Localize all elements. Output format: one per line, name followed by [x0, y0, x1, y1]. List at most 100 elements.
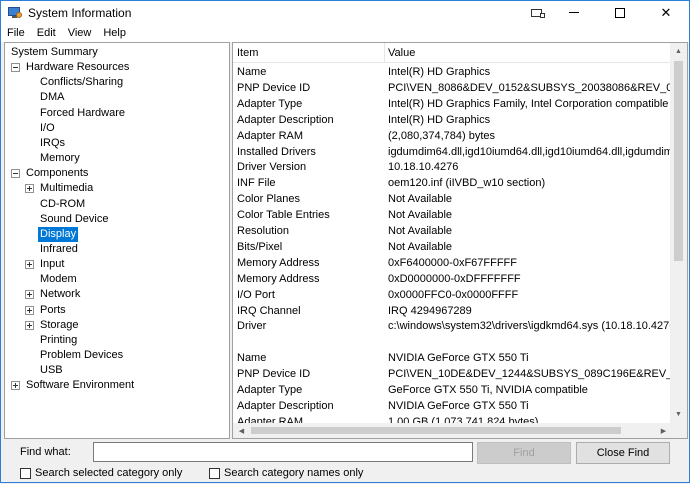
menu-edit[interactable]: Edit — [31, 27, 62, 39]
scroll-right-icon[interactable]: ▶ — [655, 423, 672, 438]
category-tree[interactable]: System Summary Hardware Resources Conflict… — [4, 42, 230, 439]
details-list[interactable]: Item Value Name Intel(R) HD Graphics PNP D… — [232, 42, 688, 439]
tree-item-infrared[interactable]: Infrared — [38, 242, 80, 257]
vertical-scroll-thumb[interactable] — [674, 61, 683, 261]
maximize-button[interactable] — [597, 1, 643, 24]
find-button[interactable]: Find — [477, 442, 571, 464]
item-cell: Resolution — [237, 225, 289, 237]
window-controls: ✕ — [521, 1, 689, 24]
item-cell: PNP Device ID — [237, 368, 311, 381]
table-row[interactable]: Adapter RAM (2,080,374,784) bytes — [233, 128, 675, 144]
table-row[interactable]: Adapter Description Intel(R) HD Graphics — [233, 112, 675, 128]
title-bar[interactable]: System Information ✕ — [1, 1, 689, 24]
tree-item-irqs[interactable]: IRQs — [38, 136, 67, 151]
collapse-icon[interactable] — [11, 63, 20, 73]
tree-item-forced-hardware[interactable]: Forced Hardware — [38, 106, 127, 121]
checkbox-box[interactable] — [20, 467, 31, 479]
item-cell: PNP Device ID — [237, 81, 311, 94]
tree-item-multimedia[interactable]: Multimedia — [25, 181, 95, 196]
find-input[interactable] — [93, 442, 473, 462]
tree-item-problem-devices[interactable]: Problem Devices — [38, 348, 125, 363]
column-header-value[interactable]: Value — [384, 43, 415, 63]
search-category-names-checkbox[interactable]: Search category names only — [209, 467, 363, 479]
vertical-scrollbar[interactable]: ▲ ▼ — [670, 43, 687, 438]
scroll-down-icon[interactable]: ▼ — [670, 406, 687, 423]
table-row[interactable]: Installed Drivers igdumdim64.dll,igd10ium… — [233, 144, 675, 160]
tree-item-components[interactable]: Components — [11, 166, 90, 181]
tree-item-printing[interactable]: Printing — [38, 333, 79, 348]
checkbox-box[interactable] — [209, 467, 220, 479]
tree-item-system-summary[interactable]: System Summary — [9, 45, 100, 60]
tree-item-network[interactable]: Network — [25, 287, 82, 302]
tree-item-modem[interactable]: Modem — [38, 272, 79, 287]
item-cell: Adapter Description — [237, 113, 334, 126]
table-row[interactable]: Memory Address 0xD0000000-0xDFFFFFFF — [233, 271, 675, 287]
tree-item-input[interactable]: Input — [25, 257, 66, 272]
scroll-left-icon[interactable]: ◀ — [233, 423, 250, 438]
scroll-up-icon[interactable]: ▲ — [670, 43, 687, 60]
tablet-mode-button[interactable] — [521, 1, 551, 24]
tree-item-label: Ports — [40, 303, 66, 316]
tree-item-display[interactable]: Display — [38, 226, 79, 242]
table-row[interactable]: PNP Device ID PCI\VEN_8086&DEV_0152&SUBSY… — [233, 80, 675, 96]
menu-help[interactable]: Help — [97, 27, 132, 39]
table-row[interactable]: Adapter Type Intel(R) HD Graphics Family,… — [233, 96, 675, 112]
minimize-button[interactable] — [551, 1, 597, 24]
table-row[interactable]: Memory Address 0xF6400000-0xF67FFFFF — [233, 255, 675, 271]
value-cell: Not Available — [388, 209, 453, 222]
list-body: Name Intel(R) HD Graphics PNP Device ID PCI… — [233, 63, 675, 425]
tree-item-storage[interactable]: Storage — [25, 318, 81, 333]
item-cell: Name — [237, 352, 267, 365]
table-row[interactable]: Adapter Type GeForce GTX 550 Ti, NVIDIA c… — [233, 382, 675, 398]
tree-item-hardware-resources[interactable]: Hardware Resources — [11, 60, 131, 75]
horizontal-scrollbar[interactable]: ◀ ▶ — [233, 423, 672, 438]
tree-item-memory[interactable]: Memory — [38, 151, 82, 166]
search-category-names-label: Search category names only — [224, 467, 364, 479]
expand-icon[interactable] — [25, 290, 34, 300]
table-row[interactable]: Bits/Pixel Not Available — [233, 239, 675, 255]
tree-item-label: System Summary — [11, 46, 98, 58]
item-cell: Adapter Description — [237, 399, 334, 412]
tree-item-usb[interactable]: USB — [38, 363, 65, 378]
table-row[interactable]: I/O Port 0x0000FFC0-0x0000FFFF — [233, 287, 675, 303]
tree-item-conflicts-sharing[interactable]: Conflicts/Sharing — [38, 75, 125, 90]
expand-icon[interactable] — [25, 184, 34, 194]
value-cell: Not Available — [388, 193, 453, 206]
tree-item-cd-rom[interactable]: CD-ROM — [38, 197, 87, 212]
table-row[interactable]: INF File oem120.inf (iIVBD_w10 section) — [233, 175, 675, 191]
table-row[interactable]: Name NVIDIA GeForce GTX 550 Ti — [233, 350, 675, 366]
tree-item-ports[interactable]: Ports — [25, 303, 68, 318]
table-row[interactable]: Driver c:\windows\system32\drivers\igdkmd… — [233, 318, 675, 334]
expand-icon[interactable] — [25, 260, 34, 270]
table-row[interactable]: Driver Version 10.18.10.4276 — [233, 159, 675, 175]
tree-item-i-o[interactable]: I/O — [38, 121, 57, 136]
menu-file[interactable]: File — [1, 27, 31, 39]
tree-item-sound-device[interactable]: Sound Device — [38, 212, 111, 227]
horizontal-scroll-thumb[interactable] — [251, 427, 621, 434]
collapse-icon[interactable] — [11, 169, 20, 179]
value-cell: c:\windows\system32\drivers\igdkmd64.sys… — [388, 320, 675, 333]
table-row[interactable]: Color Table Entries Not Available — [233, 207, 675, 223]
table-row[interactable]: Resolution Not Available — [233, 223, 675, 239]
expand-icon[interactable] — [11, 381, 20, 391]
column-header-item[interactable]: Item — [233, 43, 258, 63]
close-find-button[interactable]: Close Find — [576, 442, 670, 464]
table-row[interactable] — [233, 334, 675, 350]
value-cell: PCI\VEN_8086&DEV_0152&SUBSYS_20038086&RE… — [388, 81, 675, 94]
table-row[interactable]: Name Intel(R) HD Graphics — [233, 64, 675, 80]
table-row[interactable]: Color Planes Not Available — [233, 191, 675, 207]
tree-item-label: Components — [26, 167, 89, 180]
close-button[interactable]: ✕ — [643, 1, 689, 24]
table-row[interactable]: PNP Device ID PCI\VEN_10DE&DEV_1244&SUBSY… — [233, 366, 675, 382]
search-selected-category-checkbox[interactable]: Search selected category only — [20, 467, 182, 479]
expand-icon[interactable] — [25, 305, 34, 315]
table-row[interactable]: IRQ Channel IRQ 4294967289 — [233, 303, 675, 319]
menu-view[interactable]: View — [62, 27, 98, 39]
value-cell: Intel(R) HD Graphics — [388, 66, 491, 78]
tree-item-dma[interactable]: DMA — [38, 90, 66, 105]
value-cell: oem120.inf (iIVBD_w10 section) — [388, 177, 546, 190]
tree-item-software-environment[interactable]: Software Environment — [11, 378, 136, 393]
expand-icon[interactable] — [25, 320, 34, 330]
table-row[interactable]: Adapter Description NVIDIA GeForce GTX 55… — [233, 398, 675, 414]
tree-item-label: Conflicts/Sharing — [40, 76, 124, 89]
